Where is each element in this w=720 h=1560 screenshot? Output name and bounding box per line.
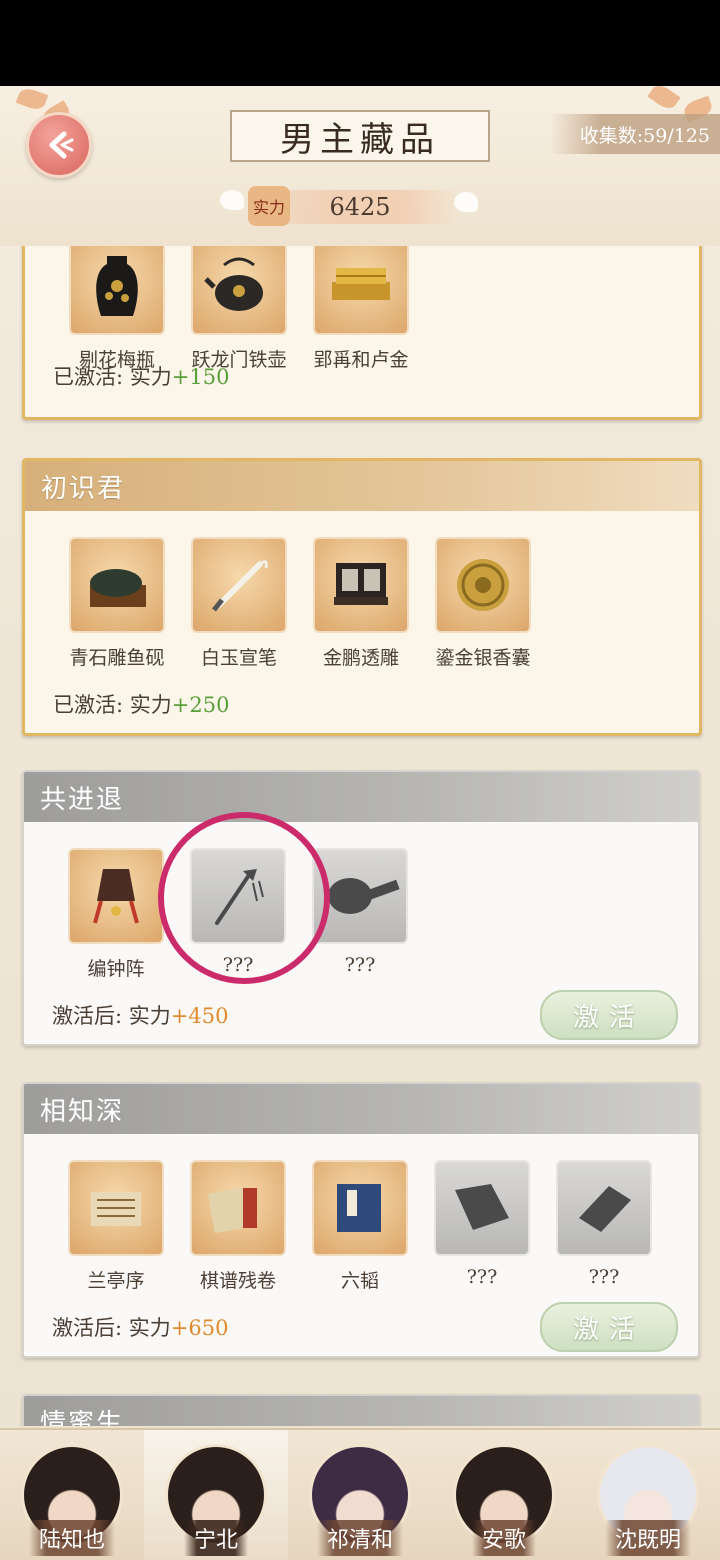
header: 男主藏品 收集数:59/125 6425 实力 [0,86,720,246]
power-display: 6425 实力 [220,184,480,226]
item-name: 金鹏透雕 [322,647,399,669]
butterfly-icon [454,192,478,212]
collection-item[interactable]: 郢爯和卢金 [313,246,409,372]
incense-ball-icon [435,537,531,633]
collection-card: 情蜜生 [22,1394,700,1426]
gold-plates-icon [313,246,409,335]
item-name: ??? [466,1266,498,1288]
collection-count: 收集数:59/125 [549,114,720,154]
locked-item-silhouette-icon [434,1160,530,1256]
tab-character-3[interactable]: 祁清和 [288,1430,432,1560]
tab-label: 沈既明 [604,1520,691,1556]
item-name: 鎏金银香囊 [435,647,531,669]
brush-icon [191,537,287,633]
tab-label: 安歌 [471,1520,536,1556]
item-name: 兰亭序 [87,1270,145,1292]
activation-status: 已激活: 实力+150 [53,361,229,391]
butterfly-icon [220,190,244,210]
item-name: 青石雕鱼砚 [69,647,165,669]
bonus-value: +650 [170,1316,229,1340]
iron-teapot-icon [191,246,287,335]
status-label: 已激活: 实力 [53,365,172,389]
item-row: 剔花梅瓶 跃龙门铁壶 郢爯和卢金 [25,246,699,372]
collection-screen: 男主藏品 收集数:59/125 6425 实力 剔花梅瓶 跃龙门铁壶 郢爯和卢金… [0,86,720,1560]
item-name: ??? [344,954,376,976]
power-value: 6425 [260,190,460,224]
item-name: 白玉宣笔 [200,647,277,669]
item-name: ??? [222,954,254,976]
collection-card: 剔花梅瓶 跃龙门铁壶 郢爯和卢金 已激活: 实力+150 [22,246,702,420]
collection-item[interactable]: ??? [556,1160,652,1293]
bonus-value: +150 [171,365,230,389]
power-badge: 实力 [248,186,290,226]
collection-item[interactable]: 跃龙门铁壶 [191,246,287,372]
card-title: 初识君 [25,461,699,511]
item-name: 编钟阵 [87,958,145,980]
item-name: 棋谱残卷 [199,1270,276,1292]
collection-item[interactable]: 青石雕鱼砚 [69,537,165,670]
item-row: 兰亭序 棋谱残卷 六韬 ??? ??? [24,1134,698,1293]
maple-leaf-decoration [647,86,681,113]
card-title: 共进退 [24,772,698,822]
tab-label: 宁北 [183,1520,248,1556]
collection-item[interactable]: ??? [434,1160,530,1293]
activation-status: 激活后: 实力+650 [52,1312,228,1342]
tab-character-1[interactable]: 陆知也 [0,1430,144,1560]
bonus-value: +250 [171,693,230,717]
collection-card: 初识君 青石雕鱼砚 白玉宣笔 金鹏透雕 鎏金银香囊 已激活: 实力+250 [22,458,702,736]
page-title: 男主藏品 [230,110,490,162]
chime-bells-icon [68,848,164,944]
hairpin-silhouette-icon [190,848,286,944]
vase-icon [69,246,165,335]
status-label: 已激活: 实力 [53,693,172,717]
carved-screen-icon [313,537,409,633]
tab-label: 祁清和 [316,1520,403,1556]
collection-card: 共进退 编钟阵 ??? ??? 激活后: 实力+450 激活 [22,770,700,1046]
status-bar [0,0,720,86]
back-button[interactable] [26,112,92,178]
card-title: 相知深 [24,1084,698,1134]
character-tab-bar: 陆知也 宁北 祁清和 安歌 沈既明 [0,1428,720,1560]
back-arrow-icon [49,131,74,159]
maple-leaf-decoration [15,86,49,113]
book-icon [312,1160,408,1256]
collection-list[interactable]: 剔花梅瓶 跃龙门铁壶 郢爯和卢金 已激活: 实力+150 初识君 青石雕鱼砚 白… [0,246,720,1426]
collection-item[interactable]: 六韬 [312,1160,408,1293]
card-title: 情蜜生 [24,1396,698,1426]
page-title-text: 男主藏品 [280,119,440,160]
status-label: 激活后: 实力 [52,1004,171,1028]
collection-item[interactable]: 剔花梅瓶 [69,246,165,372]
item-name: ??? [588,1266,620,1288]
tab-label: 陆知也 [28,1520,115,1556]
activation-status: 已激活: 实力+250 [53,689,229,719]
collection-item[interactable]: 棋谱残卷 [190,1160,286,1293]
collection-item[interactable]: ??? [312,848,408,981]
tab-character-2[interactable]: 宁北 [144,1430,288,1560]
collection-item[interactable]: 兰亭序 [68,1160,164,1293]
tab-character-4[interactable]: 安歌 [432,1430,576,1560]
item-row: 青石雕鱼砚 白玉宣笔 金鹏透雕 鎏金银香囊 [25,511,699,670]
item-name: 六韬 [340,1270,379,1292]
status-label: 激活后: 实力 [52,1316,171,1340]
activation-status: 激活后: 实力+450 [52,1000,228,1030]
collection-item[interactable]: 鎏金银香囊 [435,537,531,670]
collection-card: 相知深 兰亭序 棋谱残卷 六韬 ??? ??? 激活后: 实力+650 激活 [22,1082,700,1358]
collection-item[interactable]: ??? [190,848,286,981]
collection-item[interactable]: 金鹏透雕 [313,537,409,670]
item-row: 编钟阵 ??? ??? [24,822,698,981]
inkstone-icon [69,537,165,633]
item-name: 郢爯和卢金 [313,349,409,371]
activate-button[interactable]: 激活 [540,1302,678,1352]
locked-item-silhouette-icon [556,1160,652,1256]
collection-item[interactable]: 白玉宣笔 [191,537,287,670]
mirror-silhouette-icon [312,848,408,944]
bonus-value: +450 [170,1004,229,1028]
chess-manual-icon [190,1160,286,1256]
collection-item[interactable]: 编钟阵 [68,848,164,981]
activate-button[interactable]: 激活 [540,990,678,1040]
scroll-icon [68,1160,164,1256]
tab-character-5[interactable]: 沈既明 [576,1430,720,1560]
